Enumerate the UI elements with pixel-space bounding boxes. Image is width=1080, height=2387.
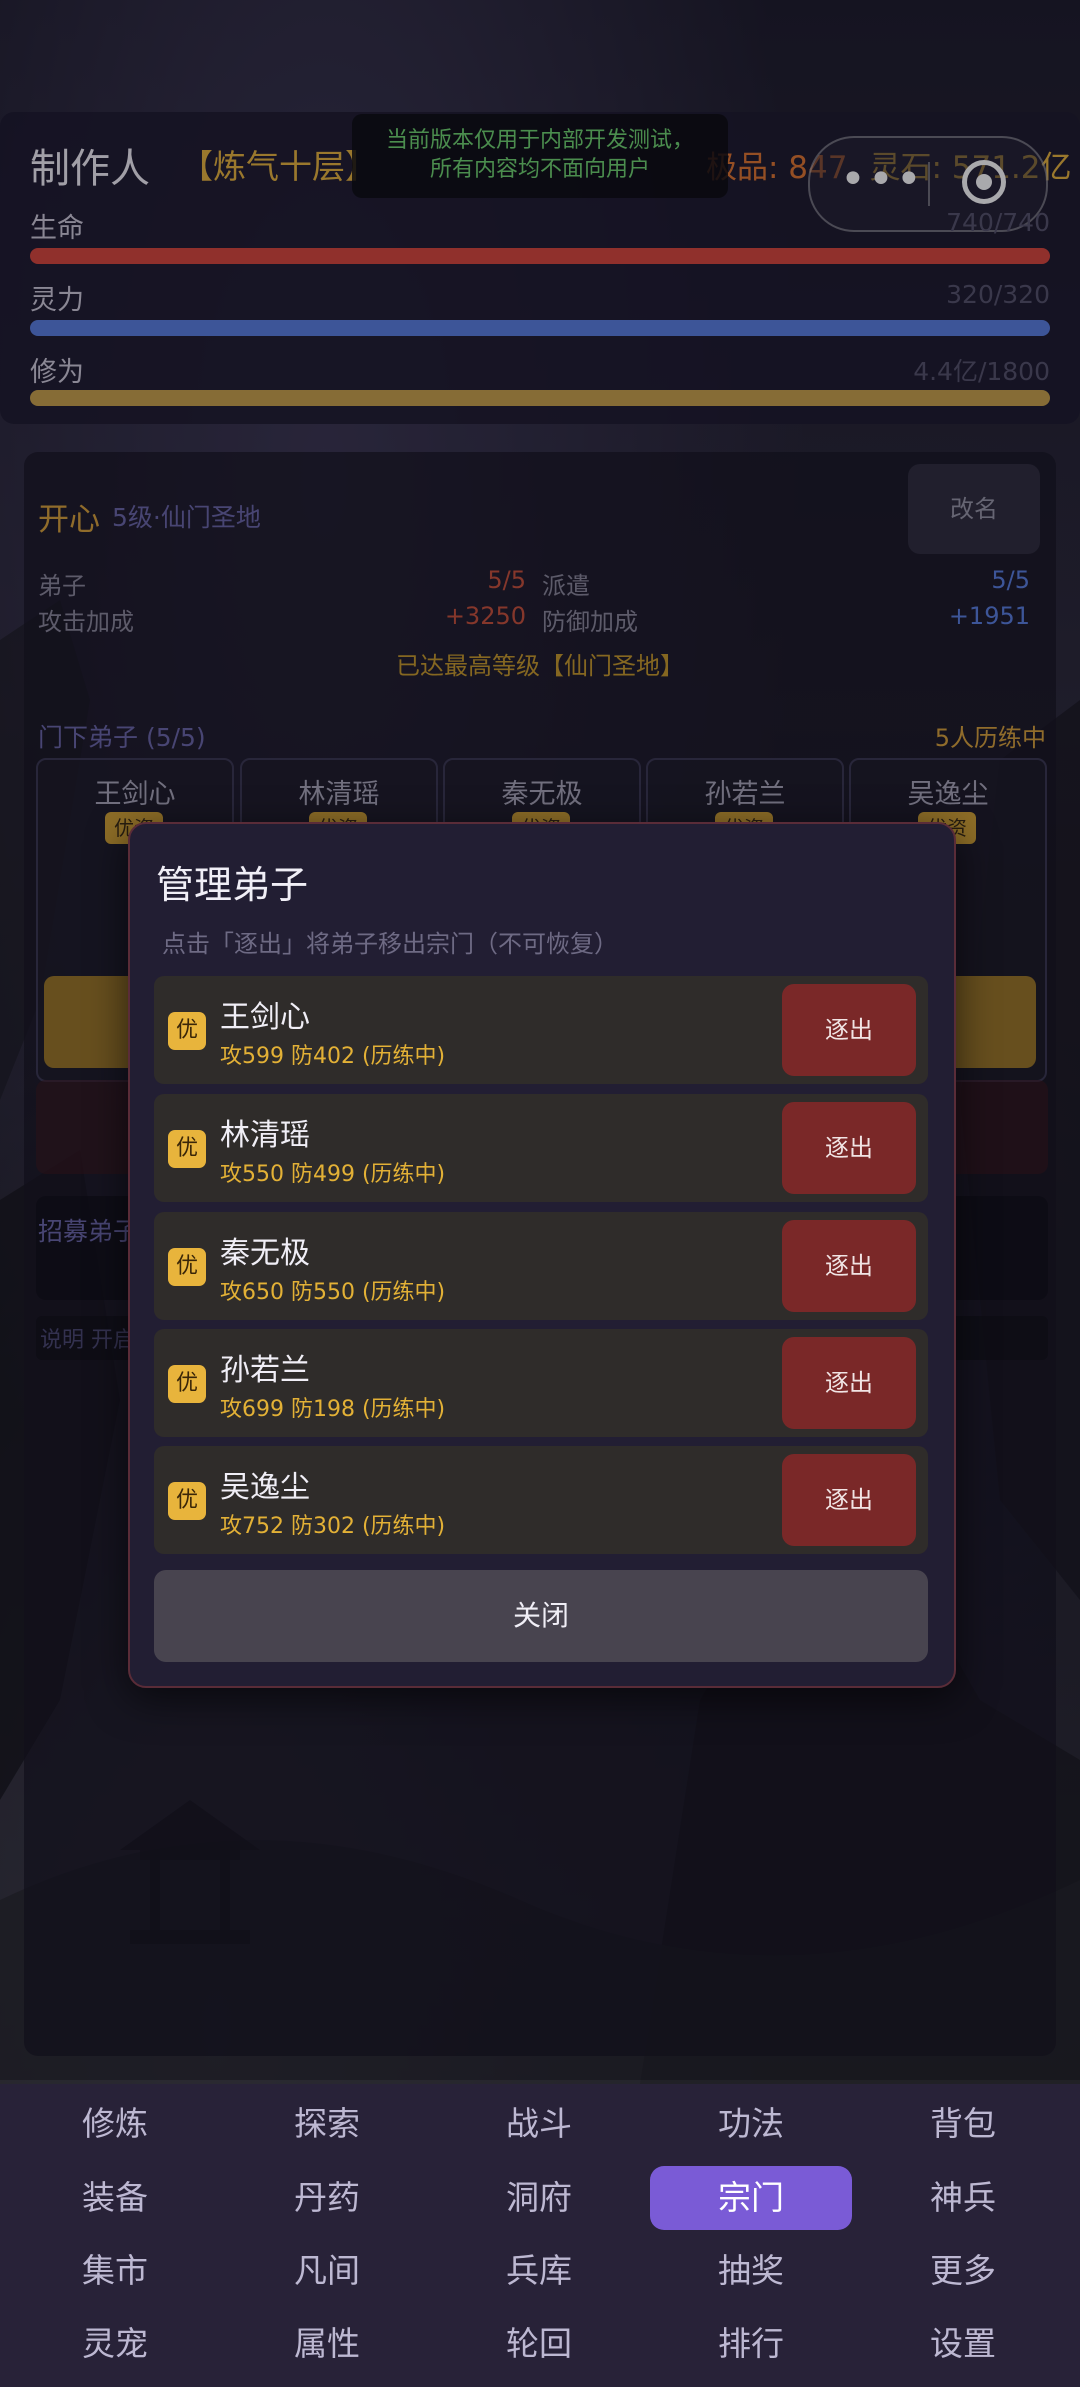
nav-item-3[interactable]: 功法 [650, 2092, 852, 2156]
disciple-name: 孙若兰 [220, 1353, 310, 1388]
disciple-stats: 攻550 防499 (历练中) [220, 1162, 446, 1187]
nav-item-14[interactable]: 更多 [862, 2239, 1064, 2303]
nav-item-4[interactable]: 背包 [862, 2092, 1064, 2156]
quality-badge: 优 [168, 1482, 206, 1520]
nav-item-16[interactable]: 属性 [226, 2312, 428, 2376]
expel-button[interactable]: 逐出 [782, 1337, 916, 1429]
disciple-name: 王剑心 [220, 1000, 310, 1035]
disciple-row: 优 孙若兰 攻699 防198 (历练中) 逐出 [154, 1329, 928, 1437]
modal-title: 管理弟子 [156, 863, 309, 907]
disciple-name: 吴逸尘 [220, 1470, 310, 1505]
nav-item-9[interactable]: 神兵 [862, 2166, 1064, 2230]
disciple-name: 秦无极 [220, 1236, 310, 1271]
nav-item-6[interactable]: 丹药 [226, 2166, 428, 2230]
close-button[interactable]: 关闭 [154, 1570, 928, 1662]
disciple-stats: 攻650 防550 (历练中) [220, 1280, 446, 1305]
nav-item-10[interactable]: 集市 [14, 2239, 216, 2303]
expel-button[interactable]: 逐出 [782, 1220, 916, 1312]
nav-item-8[interactable]: 宗门 [650, 2166, 852, 2230]
disciple-stats: 攻752 防302 (历练中) [220, 1514, 446, 1539]
nav-item-5[interactable]: 装备 [14, 2166, 216, 2230]
nav-item-15[interactable]: 灵宠 [14, 2312, 216, 2376]
nav-item-19[interactable]: 设置 [862, 2312, 1064, 2376]
manage-disciples-modal: 管理弟子 点击「逐出」将弟子移出宗门（不可恢复） 优 王剑心 攻599 防402… [128, 822, 956, 1688]
quality-badge: 优 [168, 1365, 206, 1403]
expel-button[interactable]: 逐出 [782, 1454, 916, 1546]
nav-item-2[interactable]: 战斗 [438, 2092, 640, 2156]
expel-button[interactable]: 逐出 [782, 984, 916, 1076]
nav-item-12[interactable]: 兵库 [438, 2239, 640, 2303]
expel-button[interactable]: 逐出 [782, 1102, 916, 1194]
quality-badge: 优 [168, 1130, 206, 1168]
bottom-navigation: 修炼 探索 战斗 功法 背包装备 丹药 洞府 宗门 神兵集市 凡间 兵库 抽奖 更多灵宠 属性 轮回 排行 设置 [0, 2084, 1080, 2387]
nav-item-18[interactable]: 排行 [650, 2312, 852, 2376]
disciple-row: 优 王剑心 攻599 防402 (历练中) 逐出 [154, 976, 928, 1084]
quality-badge: 优 [168, 1012, 206, 1050]
nav-item-1[interactable]: 探索 [226, 2092, 428, 2156]
disciple-stats: 攻599 防402 (历练中) [220, 1044, 446, 1069]
nav-item-11[interactable]: 凡间 [226, 2239, 428, 2303]
disciple-row: 优 林清瑶 攻550 防499 (历练中) 逐出 [154, 1094, 928, 1202]
disciple-stats: 攻699 防198 (历练中) [220, 1397, 446, 1422]
nav-item-13[interactable]: 抽奖 [650, 2239, 852, 2303]
disciple-name: 林清瑶 [220, 1118, 310, 1153]
nav-item-0[interactable]: 修炼 [14, 2092, 216, 2156]
nav-item-7[interactable]: 洞府 [438, 2166, 640, 2230]
modal-description: 点击「逐出」将弟子移出宗门（不可恢复） [162, 930, 618, 958]
nav-item-17[interactable]: 轮回 [438, 2312, 640, 2376]
disciple-row: 优 秦无极 攻650 防550 (历练中) 逐出 [154, 1212, 928, 1320]
disciple-row: 优 吴逸尘 攻752 防302 (历练中) 逐出 [154, 1446, 928, 1554]
quality-badge: 优 [168, 1248, 206, 1286]
